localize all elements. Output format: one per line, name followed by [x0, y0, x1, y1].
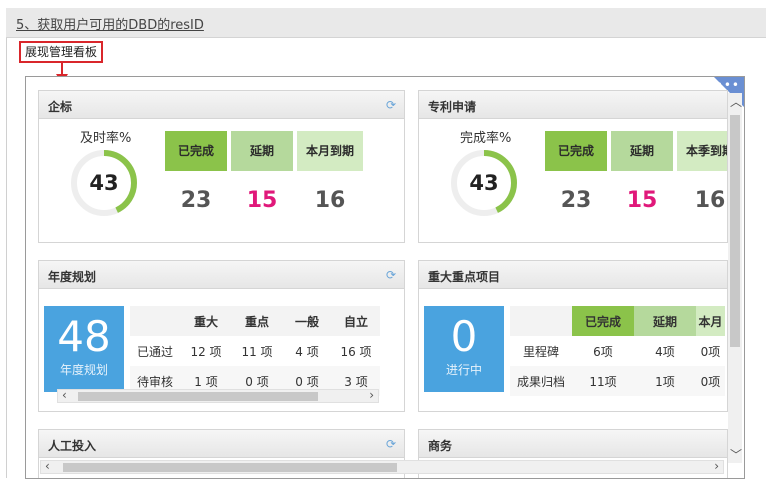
arrow-down-icon[interactable]: ﹀	[730, 446, 742, 463]
gauge-chart: 43	[451, 150, 517, 216]
panel-major-projects: 重大重点项目 0 进行中 已完成 延期 本月 里程碑 6项 4项 0项 成果归档…	[418, 260, 728, 412]
stat-header-month: 本月到期	[297, 131, 363, 171]
table-cell: 0项	[700, 374, 721, 389]
scroll-thumb[interactable]	[63, 463, 397, 472]
panel-header: 企标 ⟳	[39, 91, 404, 119]
tile-value: 48	[57, 312, 111, 361]
panel-title: 企标	[48, 100, 73, 114]
table-cell: 成果归档	[516, 374, 565, 389]
section-title[interactable]: 5、获取用户可用的DBD的resID	[16, 14, 204, 33]
table-header: 重大	[193, 314, 218, 329]
table-cell: 1项	[655, 374, 675, 389]
major-table: 已完成 延期 本月 里程碑 6项 4项 0项 成果归档 11项 1项 0项	[510, 306, 725, 396]
panel-header: 专利申请	[419, 91, 727, 119]
table-row: 里程碑 6项 4项 0项	[510, 336, 725, 366]
stat-value-done[interactable]: 23	[545, 186, 607, 216]
gauge-value: 43	[89, 171, 118, 195]
table-header	[510, 306, 572, 336]
arrow-left-icon[interactable]: ‹	[62, 388, 67, 402]
gauge-value: 43	[469, 171, 498, 195]
panel-title: 人工投入	[48, 439, 97, 453]
table-header	[130, 306, 180, 336]
stat-header-done: 已完成	[165, 131, 227, 171]
section-header: 5、获取用户可用的DBD的resID	[6, 8, 766, 38]
arrow-up-icon[interactable]: ︿	[730, 93, 742, 110]
panel-title: 商务	[428, 439, 453, 453]
panel-header: 重大重点项目	[419, 261, 727, 289]
panel-annual-plan: 年度规划 ⟳ 48 年度规划 重大 重点 一般 自立 已通过 12 项 11 项…	[38, 260, 405, 412]
table-header: 一般	[294, 314, 319, 329]
panel-biao: 企标 ⟳ 及时率% 43 已完成 延期 本月到期 23 15 16	[38, 90, 405, 243]
stat-value-quarter[interactable]: 16	[677, 186, 727, 216]
table-header: 已完成	[572, 306, 634, 336]
table-header: 重点	[244, 314, 269, 329]
vertical-scrollbar[interactable]: ︿ ﹀	[728, 93, 742, 463]
refresh-icon[interactable]: ⟳	[386, 437, 396, 451]
table-cell: 里程碑	[522, 344, 559, 359]
gauge-chart: 43	[71, 150, 137, 216]
stat-value-month[interactable]: 16	[297, 186, 363, 216]
more-icon-dots: •••	[715, 78, 740, 92]
tile-caption: 年度规划	[59, 363, 108, 377]
stat-value-delay[interactable]: 15	[611, 186, 673, 216]
panel-title: 年度规划	[48, 270, 97, 284]
stat-value-done[interactable]: 23	[165, 186, 227, 216]
table-cell: 0项	[700, 344, 721, 359]
table-cell: 已通过	[136, 344, 173, 359]
scroll-thumb[interactable]	[78, 392, 318, 401]
table-cell: 11 项	[241, 344, 273, 359]
panel-header: 年度规划 ⟳	[39, 261, 404, 289]
refresh-icon[interactable]: ⟳	[386, 268, 396, 282]
scroll-thumb[interactable]	[730, 115, 740, 347]
plan-table: 重大 重点 一般 自立 已通过 12 项 11 项 4 项 16 项 待审核 1…	[130, 306, 380, 396]
stat-value-delay[interactable]: 15	[231, 186, 293, 216]
table-cell: 12 项	[190, 344, 222, 359]
arrow-right-icon[interactable]: ›	[714, 459, 719, 473]
table-row: 已通过 12 项 11 项 4 项 16 项	[130, 336, 380, 366]
tile-caption: 进行中	[445, 363, 482, 377]
arrow-right-icon[interactable]: ›	[369, 388, 374, 402]
table-header: 延期	[634, 306, 696, 336]
table-row: 成果归档 11项 1项 0项	[510, 366, 725, 396]
panel-header: 人工投入 ⟳	[39, 430, 404, 458]
gauge-label: 完成率%	[460, 131, 512, 146]
refresh-icon[interactable]: ⟳	[386, 98, 396, 112]
divider	[6, 38, 7, 478]
stat-header-done: 已完成	[545, 131, 607, 171]
panel-title: 重大重点项目	[428, 270, 501, 284]
plan-tile[interactable]: 48 年度规划	[44, 306, 124, 392]
table-cell: 6项	[593, 344, 613, 359]
major-tile[interactable]: 0 进行中	[424, 306, 504, 392]
stat-header-delay: 延期	[231, 131, 293, 171]
horizontal-scrollbar[interactable]: ‹ ›	[40, 459, 724, 474]
stat-header-quarter: 本季到期	[677, 131, 727, 171]
table-header-row: 已完成 延期 本月	[510, 306, 725, 336]
table-cell: 16 项	[340, 344, 372, 359]
table-header: 自立	[343, 314, 368, 329]
gauge-label: 及时率%	[80, 131, 132, 146]
table-header-row: 重大 重点 一般 自立	[130, 306, 380, 336]
tile-value: 0	[450, 312, 478, 361]
stat-header-delay: 延期	[611, 131, 673, 171]
panel-title: 专利申请	[428, 100, 477, 114]
table-cell: 11项	[589, 374, 617, 389]
dashboard-frame: ••• 企标 ⟳ 及时率% 43 已完成 延期 本月到期 23 15 16 专利…	[25, 76, 745, 479]
panel-header: 商务	[419, 430, 727, 458]
table-cell: 4项	[655, 344, 675, 359]
table-header: 本月	[696, 306, 725, 336]
panel-patent: 专利申请 完成率% 43 已完成 延期 本季到期 23 15 16	[418, 90, 728, 243]
annotation-tag: 展现管理看板	[19, 41, 104, 63]
arrow-left-icon[interactable]: ‹	[45, 459, 50, 473]
table-cell: 4 项	[295, 344, 319, 359]
horizontal-scrollbar[interactable]: ‹ ›	[57, 388, 379, 403]
